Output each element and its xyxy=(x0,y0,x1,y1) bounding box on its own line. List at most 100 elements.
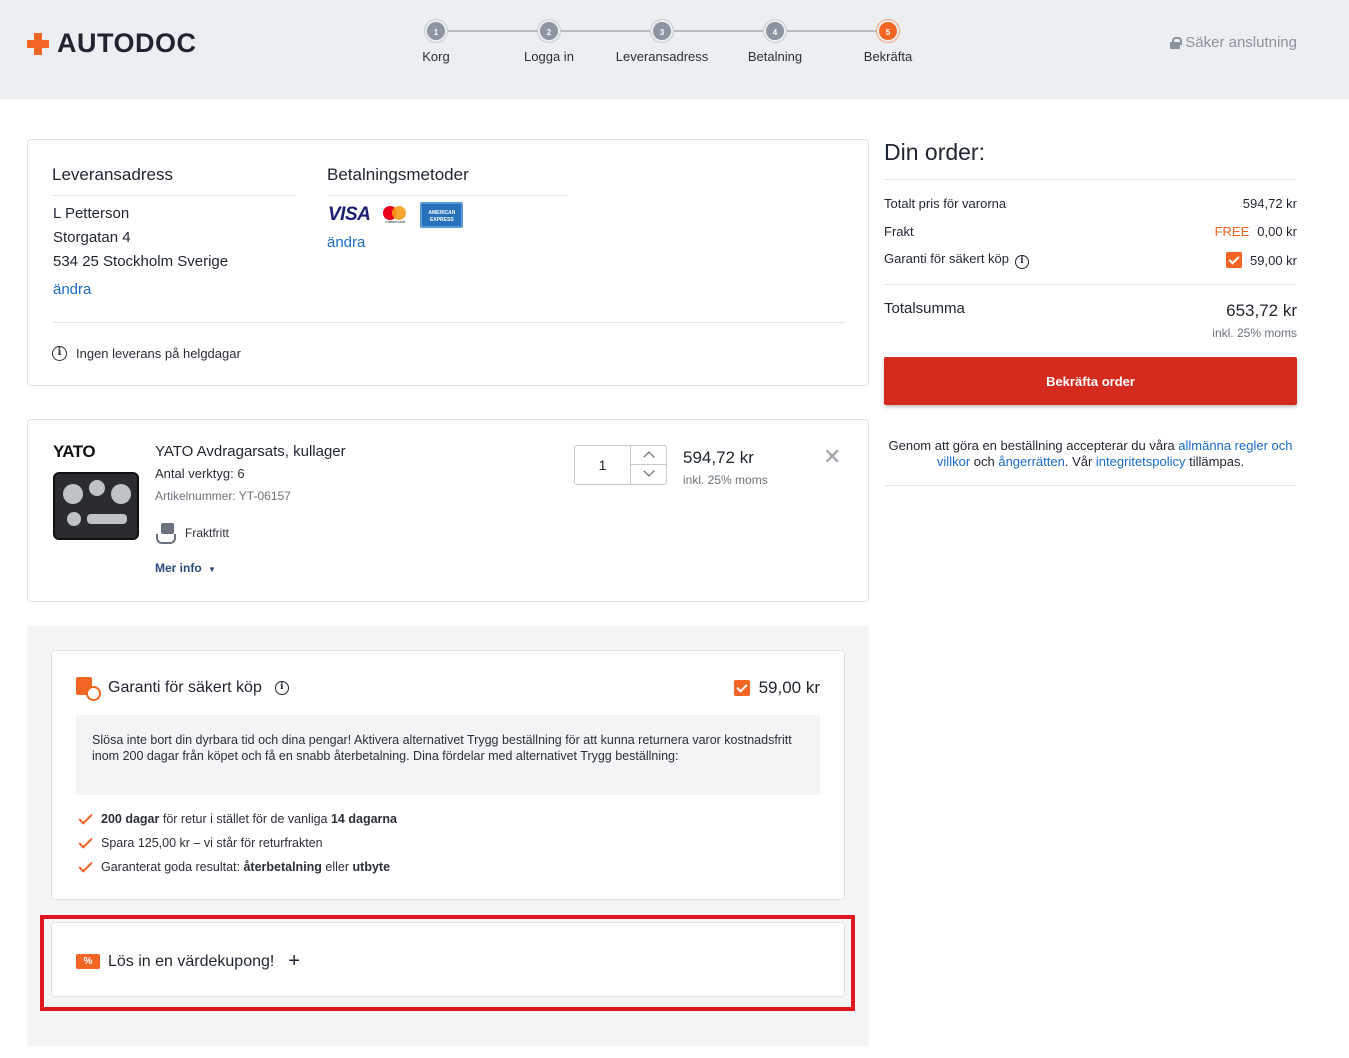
benefit-plain: eller xyxy=(321,860,353,874)
terms-plain: Genom att göra en beställning accepterar… xyxy=(888,438,1179,453)
secure-label: Säker anslutning xyxy=(1185,34,1297,51)
highlight-frame xyxy=(40,915,855,1011)
secure-connection: Säker anslutning xyxy=(1170,34,1297,51)
summary-guarantee-checkbox[interactable] xyxy=(1226,252,1243,268)
free-badge: FREE xyxy=(1214,224,1250,239)
amex-icon: AMERICAN EXPRESS xyxy=(420,202,464,228)
divider xyxy=(52,322,845,323)
guarantee-title-text: Garanti för säkert köp xyxy=(108,679,262,696)
chevron-up-icon xyxy=(643,451,655,463)
summary-guarantee-label: Garanti för säkert köp xyxy=(884,251,1009,266)
terms-text: Genom att göra en beställning accepterar… xyxy=(884,438,1297,470)
divider xyxy=(884,179,1297,180)
lock-icon xyxy=(1170,36,1183,49)
privacy-link[interactable]: integritetspolicy xyxy=(1096,454,1186,469)
step-label: Betalning xyxy=(747,49,803,64)
edit-payment-link[interactable]: ändra xyxy=(327,234,365,251)
divider xyxy=(884,485,1297,486)
mastercard-caption: mastercard xyxy=(385,219,406,224)
benefit-bold: 200 dagar xyxy=(101,812,160,826)
address-title: Leveransadress xyxy=(52,165,296,196)
step-number: 1 xyxy=(425,20,447,42)
quantity-decrease-button[interactable] xyxy=(631,465,667,484)
step-korg[interactable]: 1 Korg xyxy=(376,20,496,64)
total-value: 653,72 kr xyxy=(1226,301,1297,320)
guarantee-icon xyxy=(76,677,101,701)
shipping-icon xyxy=(155,522,177,544)
summary-shipping-value: 0,00 kr xyxy=(1257,224,1297,239)
product-price: 594,72 kr xyxy=(683,448,754,467)
address-street: Storgatan 4 xyxy=(53,229,131,246)
benefit-text: Garanterat goda resultat: återbetalning … xyxy=(101,860,390,874)
order-summary-title: Din order: xyxy=(884,139,985,165)
step-number: 5 xyxy=(877,20,899,42)
logo-text: AUTODOC xyxy=(57,28,197,58)
caret-down-icon: ▼ xyxy=(208,565,216,574)
guarantee-description: Slösa inte bort din dyrbara tid och dina… xyxy=(76,715,820,795)
shipping-label: Fraktfritt xyxy=(185,526,229,540)
benefit-text: 200 dagar för retur i stället för de van… xyxy=(101,812,397,826)
product-tools-count: Antal verktyg: 6 xyxy=(155,466,245,481)
step-label: Korg xyxy=(422,49,450,64)
benefit-bold: 14 dagarna xyxy=(330,812,397,826)
product-article-number: Artikelnummer: YT-06157 xyxy=(155,489,291,503)
guarantee-card: Garanti för säkert köp i 59,00 kr Slösa … xyxy=(51,650,845,900)
guarantee-checkbox[interactable] xyxy=(733,680,750,696)
product-title[interactable]: YATO Avdragarsats, kullager xyxy=(155,443,346,460)
divider xyxy=(884,284,1297,285)
benefit-item: 200 dagar för retur i stället för de van… xyxy=(78,812,397,826)
more-info-toggle[interactable]: Mer info ▼ xyxy=(155,561,216,575)
benefit-plain: för retur i stället för de vanliga xyxy=(159,812,331,826)
edit-address-link[interactable]: ändra xyxy=(53,281,91,298)
more-info-label: Mer info xyxy=(155,561,202,575)
step-leveransadress[interactable]: 3 Leveransadress xyxy=(602,20,722,64)
step-betalning[interactable]: 4 Betalning xyxy=(715,20,835,64)
remove-item-close-icon[interactable]: ✕ xyxy=(823,444,841,470)
quantity-increase-button[interactable] xyxy=(631,446,667,465)
benefit-item: Spara 125,00 kr – vi står för returfrakt… xyxy=(78,836,323,850)
summary-guarantee-value: 59,00 kr xyxy=(1250,252,1297,268)
info-icon[interactable]: i xyxy=(1015,255,1029,269)
info-icon[interactable]: i xyxy=(274,681,289,695)
benefit-item: Garanterat goda resultat: återbetalning … xyxy=(78,860,390,874)
step-number: 4 xyxy=(764,20,786,42)
confirm-order-button[interactable]: Bekräfta order xyxy=(884,357,1297,405)
header: AUTODOC 1 Korg 2 Logga in 3 Leveransadre… xyxy=(0,0,1349,99)
payment-icons: VISA mastercard AMERICAN EXPRESS xyxy=(328,202,464,228)
address-payment-card: Leveransadress L Petterson Storgatan 4 5… xyxy=(27,139,869,386)
product-card: YATO YATO Avdragarsats, kullager Antal v… xyxy=(27,419,869,602)
guarantee-price: 59,00 kr xyxy=(758,678,820,697)
terms-plain: och xyxy=(970,454,999,469)
guarantee-toggle[interactable]: 59,00 kr xyxy=(733,678,820,698)
product-image[interactable]: YATO xyxy=(53,442,143,542)
step-number: 3 xyxy=(651,20,673,42)
summary-shipping-label: Frakt xyxy=(884,224,914,239)
withdrawal-link[interactable]: ångerrätten xyxy=(998,454,1065,469)
step-logga-in[interactable]: 2 Logga in xyxy=(489,20,609,64)
step-label: Leveransadress xyxy=(615,49,709,64)
address-city: 534 25 Stockholm Sverige xyxy=(53,253,229,270)
chevron-down-icon xyxy=(643,465,655,477)
visa-icon: VISA xyxy=(328,204,371,225)
total-vat-note: inkl. 25% moms xyxy=(1212,326,1297,340)
step-number: 2 xyxy=(538,20,560,42)
guarantee-title: Garanti för säkert köp i xyxy=(108,679,289,697)
benefit-bold: utbyte xyxy=(352,860,391,874)
address-name: L Petterson xyxy=(53,205,130,222)
tool-case-image xyxy=(53,472,139,540)
mastercard-icon: mastercard xyxy=(382,206,408,224)
check-icon xyxy=(78,814,92,824)
logo-cross-icon xyxy=(27,32,49,55)
free-shipping: Fraktfritt xyxy=(155,522,229,544)
quantity-input[interactable]: 1 xyxy=(575,446,631,484)
delivery-notice: i Ingen leverans på helgdagar xyxy=(52,346,241,361)
summary-items-value: 594,72 kr xyxy=(1242,196,1297,211)
brand-logo: YATO xyxy=(53,442,96,461)
benefit-bold: återbetalning xyxy=(243,860,322,874)
terms-plain: tillämpas. xyxy=(1185,454,1245,469)
quantity-stepper: 1 xyxy=(574,445,667,485)
summary-items-row: Totalt pris för varorna 594,72 kr xyxy=(884,196,1297,211)
summary-shipping-row: Frakt FREE 0,00 kr xyxy=(884,224,1297,239)
autodoc-logo[interactable]: AUTODOC xyxy=(27,28,197,59)
info-icon: i xyxy=(52,346,67,361)
